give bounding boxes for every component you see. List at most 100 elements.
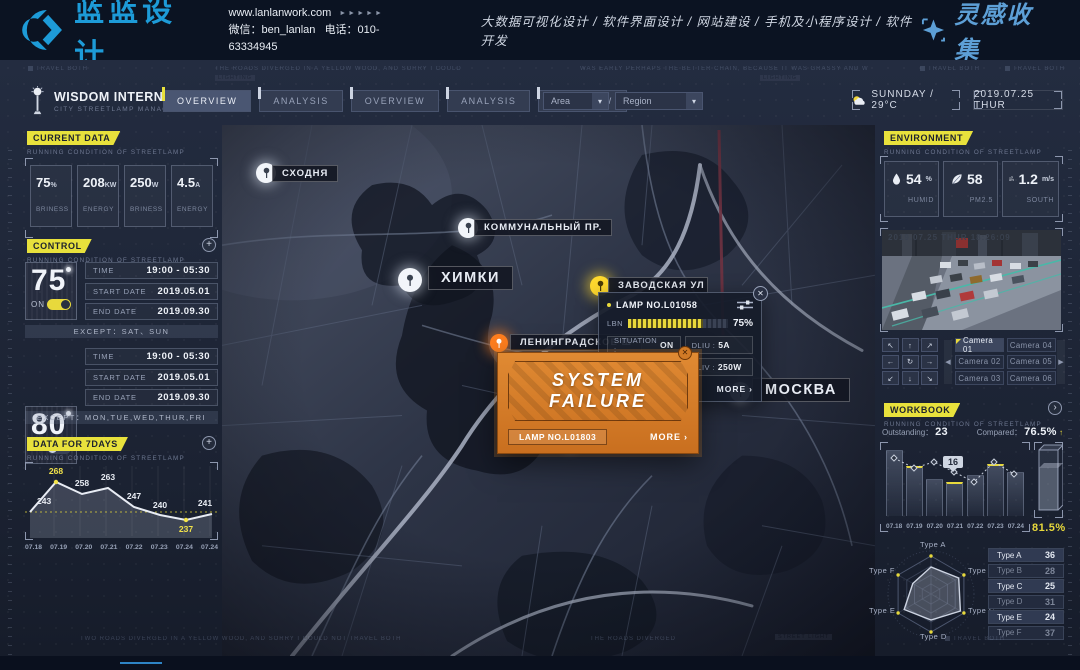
popup-lamp-id: LAMP NO.L01058	[616, 300, 697, 310]
camera-01-button[interactable]: Camera 01	[955, 338, 1004, 352]
collect-button[interactable]: 灵感收集	[921, 0, 1054, 65]
camera-06-button[interactable]: Camera 06	[1007, 371, 1056, 385]
decor-top-check2: TRAVEL BOTH	[1005, 66, 1065, 72]
pan-up-right-button[interactable]: ↗	[921, 338, 938, 352]
stat-briness-w: 250W BRINESS	[124, 165, 166, 227]
tab-overview-1[interactable]: OVERVIEW	[163, 90, 251, 112]
control-title: CONTROL	[27, 239, 92, 253]
sliders-icon[interactable]	[737, 300, 753, 310]
date-text: 2019.07.25 THUR	[974, 89, 1062, 111]
map-label-khimki[interactable]: ХИМКИ	[428, 266, 513, 290]
camera-prev-button[interactable]: ◀	[944, 340, 952, 384]
camera-photo	[882, 230, 1061, 330]
camera-feed[interactable]: 2019.07.25 THUR 18:26:09	[880, 228, 1063, 332]
control-panel-header: CONTROL RUNNING CONDITION OF STREETLAMP	[27, 236, 185, 264]
failure-more-button[interactable]: MORE›	[650, 432, 688, 442]
time-row[interactable]: TIME19:00 - 05:30	[85, 348, 218, 365]
failure-footer: LAMP NO.L01803 MORE›	[508, 429, 688, 445]
radar-axis-f: Type F	[869, 566, 895, 575]
system-failure-popup: ✕ SYSTEM FAILURE LAMP NO.L01803 MORE›	[497, 352, 699, 454]
camera-02-button[interactable]: Camera 02	[955, 355, 1004, 369]
lamp-pin-icon	[405, 274, 415, 287]
current-data-subtitle: RUNNING CONDITION OF STREETLAMP	[27, 149, 185, 156]
env-humid-card: 54% HUMID	[884, 161, 939, 217]
banner-contact: www.lanlanwork.com ►►►►► 微信：ben_lanlan 电…	[229, 5, 421, 56]
failure-title: SYSTEM FAILURE	[515, 370, 681, 412]
week-subtitle: RUNNING CONDITION OF STREETLAMP	[27, 455, 185, 462]
pan-up-left-button[interactable]: ↖	[882, 338, 899, 352]
lbn-progress-row: LBN 75%	[607, 318, 753, 329]
close-icon[interactable]: ✕	[678, 346, 692, 360]
lbn-progress-bar	[628, 319, 728, 328]
type-c-row[interactable]: Type C25	[988, 579, 1064, 593]
tab-overview-2[interactable]: OVERVIEW	[351, 90, 439, 112]
pan-left-button[interactable]: ←	[882, 355, 899, 369]
control-add-button[interactable]: +	[202, 238, 216, 252]
banner-url[interactable]: www.lanlanwork.com	[229, 5, 332, 22]
stat-energy-kw: 208KW ENERGY	[77, 165, 119, 227]
decor-top-text2: WAS EARLY PERHAPS THE BETTER CHAIN, BECA…	[580, 66, 869, 72]
type-b-row[interactable]: Type B28	[988, 564, 1064, 578]
control-group1-rows: TIME19:00 - 05:30 START DATE2019.05.01 E…	[85, 262, 218, 324]
lamp-pin-icon	[495, 338, 503, 349]
start-date-row[interactable]: START DATE2019.05.01	[85, 369, 218, 386]
map-pin-leningradskoe[interactable]	[490, 334, 508, 352]
pan-down-left-button[interactable]: ↙	[882, 371, 899, 385]
decor-top-left: TRAVEL BOTH	[28, 66, 88, 72]
end-date-row[interactable]: END DATE2019.09.30	[85, 389, 218, 406]
map-label-skhodnya[interactable]: СХОДНЯ	[272, 165, 338, 182]
compared-stat: Compared：76.5% ↑	[977, 426, 1063, 438]
control-group2-rows: TIME19:00 - 05:30 START DATE2019.05.01 E…	[85, 348, 218, 410]
pan-up-button[interactable]: ↑	[902, 338, 919, 352]
map-pin-khimki[interactable]	[398, 268, 422, 292]
map-label-moskva[interactable]: МОСКВА	[752, 378, 850, 402]
pan-down-button[interactable]: ↓	[902, 371, 919, 385]
week-title: DATA FOR 7DAYS	[27, 437, 128, 451]
environment-title: ENVIRONMENT	[884, 131, 973, 145]
bottom-bar	[0, 656, 1080, 670]
camera-next-button[interactable]: ▶	[1057, 340, 1065, 384]
close-icon[interactable]: ✕	[753, 286, 768, 301]
workbook-title: WORKBOOK	[884, 403, 960, 417]
type-a-row[interactable]: Type A36	[988, 548, 1064, 562]
reset-view-button[interactable]: ↻	[902, 355, 919, 369]
type-e-row[interactable]: Type E24	[988, 610, 1064, 624]
decor-top-check1: TRAVEL BOTH	[920, 66, 980, 72]
type-d-row[interactable]: Type D31	[988, 595, 1064, 609]
time-row[interactable]: TIME19:00 - 05:30	[85, 262, 218, 279]
week-value: 241	[198, 498, 212, 508]
arrows-decor: ►►►►►	[339, 5, 384, 22]
camera-dpad: ↖ ↑ ↗ ← ↻ → ↙ ↓ ↘	[882, 338, 938, 385]
area-select[interactable]: Area▾	[543, 92, 609, 110]
failure-frame: SYSTEM FAILURE	[508, 361, 688, 421]
week-add-button[interactable]: +	[202, 436, 216, 450]
type-list: Type A36 Type B28 Type C25 Type D31 Type…	[988, 548, 1064, 641]
camera-05-button[interactable]: Camera 05	[1007, 355, 1056, 369]
control-group1-except: EXCEPT：SAT、SUN	[25, 325, 218, 338]
stat-briness: 75% BRINESS	[30, 165, 72, 227]
workbook-panel-header: WORKBOOK RUNNING CONDITION OF STREETLAMP	[884, 400, 1042, 428]
env-wind-card: 1.2m/s SOUTH	[1002, 161, 1059, 217]
end-date-row[interactable]: END DATE2019.09.30	[85, 303, 218, 320]
tab-analysis-2[interactable]: ANALYSIS	[447, 90, 530, 112]
status-dot	[607, 303, 611, 307]
map-label-kommunalny[interactable]: КОММУНАЛЬНЫЙ ПР.	[474, 219, 612, 236]
radar-axis-e: Type E	[869, 606, 895, 615]
bulb-icon	[66, 267, 71, 272]
streetlamp-icon	[30, 86, 45, 116]
popup-title-row: LAMP NO.L01058	[607, 300, 753, 310]
camera-03-button[interactable]: Camera 03	[955, 371, 1004, 385]
start-date-row[interactable]: START DATE2019.05.01	[85, 283, 218, 300]
control-group1-toggle[interactable]	[47, 299, 71, 310]
tab-analysis-1[interactable]: ANALYSIS	[259, 90, 342, 112]
pan-right-button[interactable]: →	[921, 355, 938, 369]
workbook-next-button[interactable]: ›	[1048, 401, 1062, 415]
camera-04-button[interactable]: Camera 04	[1007, 338, 1056, 352]
region-select[interactable]: Region▾	[615, 92, 703, 110]
week-value-min: 237	[179, 524, 193, 534]
pan-down-right-button[interactable]: ↘	[921, 371, 938, 385]
collect-label: 灵感收集	[954, 0, 1054, 65]
env-pm25-card: 58 PM2.5	[943, 161, 998, 217]
week-value: 263	[101, 472, 115, 482]
radar-chart: Type A Type B Type C Type D Type E Type …	[874, 542, 989, 650]
